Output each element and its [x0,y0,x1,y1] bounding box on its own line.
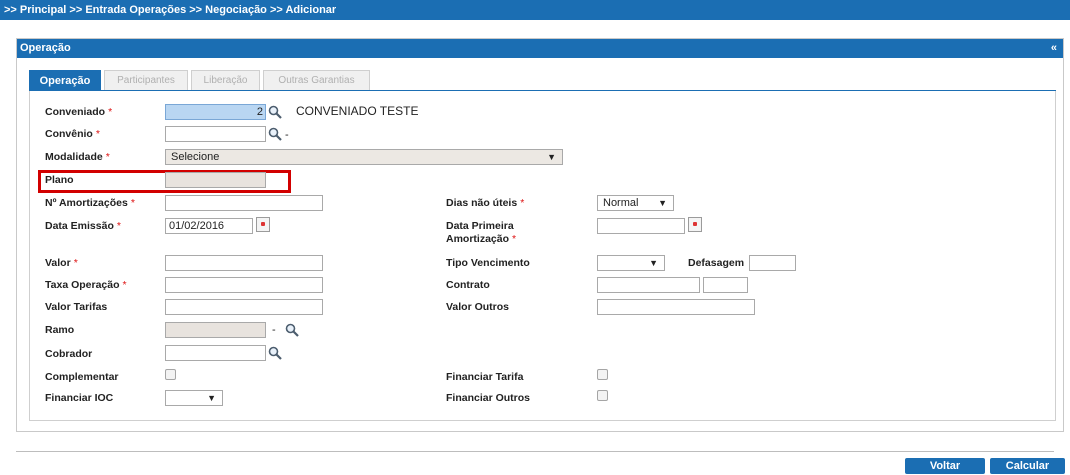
breadcrumb: >> Principal >> Entrada Operações >> Neg… [0,0,1070,20]
search-icon[interactable] [285,323,299,337]
dropdown-arrow-icon: ▼ [207,393,216,403]
ramo-label: Ramo [45,324,75,336]
tab-participantes[interactable]: Participantes [104,70,188,90]
n-amortizacoes-input[interactable] [165,195,323,211]
search-icon[interactable] [268,127,282,141]
tipo-vencimento-label: Tipo Vencimento [446,257,530,269]
convenio-input[interactable] [165,126,266,142]
calcular-button[interactable]: Calcular [990,458,1065,474]
n-amortizacoes-label: Nº Amortizações * [45,197,135,209]
search-icon[interactable] [268,105,282,119]
modalidade-select[interactable]: Selecione ▼ [165,149,563,165]
calendar-icon[interactable] [256,217,270,232]
collapse-icon[interactable]: « [1051,39,1057,58]
cobrador-input[interactable] [165,345,266,361]
plano-label: Plano [45,174,74,186]
dropdown-arrow-icon: ▼ [658,198,667,208]
valor-input[interactable] [165,255,323,271]
financiar-ioc-label: Financiar IOC [45,392,114,404]
tab-outras-garantias[interactable]: Outras Garantias [263,70,370,90]
panel-title: Operação [20,42,71,54]
contrato-input-2[interactable] [703,277,748,293]
valor-outros-input[interactable] [597,299,755,315]
financiar-tarifa-label: Financiar Tarifa [446,371,524,383]
dias-nao-uteis-selected: Normal [603,197,639,209]
tipo-vencimento-select[interactable]: ▼ [597,255,665,271]
complementar-label: Complementar [45,371,119,383]
valor-tarifas-label: Valor Tarifas [45,301,108,313]
taxa-operacao-input[interactable] [165,277,323,293]
calendar-icon[interactable] [688,217,702,232]
taxa-operacao-label: Taxa Operação * [45,279,127,291]
defasagem-label: Defasagem [688,257,745,269]
financiar-tarifa-checkbox[interactable] [597,369,608,380]
footer-divider [16,451,1054,452]
contrato-input[interactable] [597,277,700,293]
convenio-dash: - [285,129,289,141]
dias-nao-uteis-label: Dias não úteis * [446,197,525,209]
search-icon[interactable] [268,346,282,360]
defasagem-input[interactable] [749,255,796,271]
data-primeira-amortizacao-input[interactable] [597,218,685,234]
convenio-label: Convênio * [45,128,100,140]
panel-header: Operação « [17,39,1063,58]
dias-nao-uteis-select[interactable]: Normal ▼ [597,195,674,211]
complementar-checkbox[interactable] [165,369,176,380]
ramo-input[interactable] [165,322,266,338]
cobrador-label: Cobrador [45,348,93,360]
financiar-ioc-select[interactable]: ▼ [165,390,223,406]
dropdown-arrow-icon: ▼ [547,152,556,162]
conveniado-label: Conveniado * [45,106,113,118]
financiar-outros-checkbox[interactable] [597,390,608,401]
financiar-outros-label: Financiar Outros [446,392,531,404]
dropdown-arrow-icon: ▼ [649,258,658,268]
data-primeira-amortizacao-label: Data Primeira Amortização * [446,220,517,245]
contrato-label: Contrato [446,279,490,291]
modalidade-selected: Selecione [171,151,220,163]
data-emissao-label: Data Emissão * [45,220,121,232]
tab-operacao[interactable]: Operação [29,70,101,90]
tab-liberacao[interactable]: Liberação [191,70,260,90]
modalidade-label: Modalidade * [45,151,110,163]
ramo-dash: - [272,324,276,336]
valor-tarifas-input[interactable] [165,299,323,315]
valor-label: Valor * [45,257,78,269]
valor-outros-label: Valor Outros [446,301,510,313]
conveniado-name: CONVENIADO TESTE [296,104,419,118]
plano-input[interactable] [165,172,266,188]
voltar-button[interactable]: Voltar [905,458,985,474]
data-emissao-input[interactable]: 01/02/2016 [165,218,253,234]
conveniado-input[interactable]: 2 [165,104,266,120]
